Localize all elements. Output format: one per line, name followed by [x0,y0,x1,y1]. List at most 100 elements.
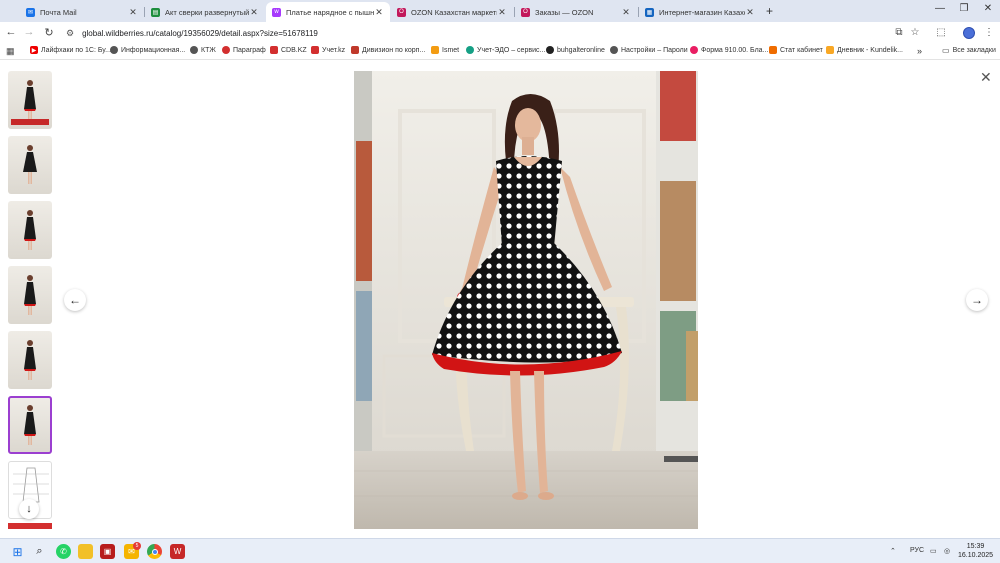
tab-kz-store[interactable]: ▦ Интернет-магазин Казахста ✕ [639,2,761,22]
close-icon[interactable]: ✕ [374,7,384,18]
language-indicator[interactable]: РУС [910,547,924,554]
all-bookmarks[interactable]: ▭ Все закладки [942,46,996,55]
bookmark-item[interactable]: CDB.KZ [270,46,307,54]
tab-akt[interactable]: ▤ Акт сверки развернутый № 0 ✕ [145,2,265,22]
browser-toolbar: ← → ↻ ⚙ global.wildberries.ru/catalog/19… [0,22,1000,44]
bookmark-item[interactable]: Параграф [222,46,266,54]
tab-ozon-market[interactable]: O OZON Казахстан маркетплейс ✕ [391,2,513,22]
close-icon[interactable]: ✕ [128,7,138,18]
buh-icon [546,46,554,54]
clock[interactable]: 15:39 16.10.2025 [958,542,993,560]
thumbnail[interactable] [8,71,52,129]
ozon-icon: O [521,7,530,17]
bookmark-item[interactable]: Форма 910.00. Бла... [690,46,768,54]
thumbnail-selected[interactable] [8,396,52,454]
dress-figure [24,80,36,120]
close-viewer-icon[interactable]: ✕ [980,69,992,86]
star-icon[interactable]: ☆ [908,27,922,38]
prev-image-button[interactable]: ← [64,289,86,311]
stat-icon [769,46,777,54]
whatsapp-icon[interactable]: ✆ [56,544,71,559]
wildberries-icon: w [272,7,281,17]
dress-figure [24,275,36,315]
windows-start-icon[interactable]: ⊞ [10,544,25,559]
bookmark-item[interactable]: Дивизион по корп... [351,46,425,54]
profile-avatar[interactable] [963,27,975,39]
window-close-button[interactable]: ✕ [978,3,998,14]
apps-icon[interactable]: ▦ [6,46,15,57]
bookmark-item[interactable]: Учет-ЭДО – сервис... [466,46,545,54]
bookmark-item[interactable]: buhgalteronline [546,46,605,54]
globe-icon [110,46,118,54]
app-icon[interactable]: ▣ [100,544,115,559]
thumbnail[interactable] [8,331,52,389]
minimize-button[interactable]: — [930,3,950,14]
install-app-icon[interactable]: ⧉ [892,27,906,38]
menu-icon[interactable]: ⋮ [982,27,996,38]
mail-icon: ✉ [26,7,35,17]
product-main-image [354,71,698,529]
bookmark-item[interactable]: Настройки – Пароли [610,46,688,54]
youtube-icon: ▶ [30,46,38,54]
tab-ozon-orders[interactable]: O Заказы — OZON ✕ [515,2,637,22]
thumbnail[interactable] [8,201,52,259]
form-icon [690,46,698,54]
uchet-icon [311,46,319,54]
dress-figure [24,340,36,380]
bookmark-item[interactable]: ▶ Лайфхаки по 1С: Бу... [30,46,111,54]
network-icon[interactable]: ◎ [944,547,950,555]
tab-strip: ✉ Почта Mail ✕ ▤ Акт сверки развернутый … [0,0,1000,22]
thumbnail[interactable] [8,266,52,324]
dress-figure [24,210,36,250]
reload-icon[interactable]: ↻ [42,26,56,39]
clock-time: 15:39 [966,543,985,550]
tab-dress[interactable]: w Платье нарядное с пышной ю ✕ [266,2,390,22]
scroll-down-button[interactable]: ↓ [19,499,39,519]
chrome-icon[interactable] [147,544,162,559]
folder-icon[interactable] [78,544,93,559]
close-icon[interactable]: ✕ [497,7,507,18]
tab-mail[interactable]: ✉ Почта Mail ✕ [20,2,144,22]
arrow-left-icon: ← [69,293,81,307]
search-icon[interactable]: ⌕ [32,544,47,559]
thumbnail-partial[interactable] [8,523,52,529]
dress-figure [23,145,37,184]
maximize-button[interactable]: ❐ [954,3,974,14]
thumbnail[interactable] [8,136,52,194]
globe-icon [190,46,198,54]
site-settings-icon[interactable]: ⚙ [66,28,74,39]
more-bookmarks-icon[interactable]: » [917,46,922,56]
arrow-right-icon: → [971,293,983,307]
clock-date: 16.10.2025 [958,552,994,559]
extensions-icon[interactable]: ⬚ [934,27,948,38]
close-icon[interactable]: ✕ [621,7,631,18]
new-tab-button[interactable]: + [766,4,773,18]
wps-icon[interactable]: W [170,544,185,559]
bookmark-item[interactable]: Учет.kz [311,46,345,54]
store-icon: ▦ [645,7,654,17]
paragraf-icon [222,46,230,54]
bookmark-item[interactable]: КТЖ [190,46,216,54]
back-icon[interactable]: ← [4,26,18,38]
arrow-down-icon: ↓ [26,503,32,515]
kundelik-icon [826,46,834,54]
image-viewer: ↓ ← → ✕ [0,61,1000,538]
forward-icon[interactable]: → [22,26,36,38]
bookmark-item[interactable]: Ismet [431,46,459,54]
edo-icon [466,46,474,54]
address-bar[interactable]: ⚙ global.wildberries.ru/catalog/19356029… [66,25,636,41]
bookmark-item[interactable]: Дневник - Kundelik... [826,46,903,54]
tab-title: Почта Mail [40,7,77,17]
bookmark-item[interactable]: Стат кабинет [769,46,823,54]
display-icon[interactable]: ▭ [930,547,937,555]
tab-title: OZON Казахстан маркетплейс [411,7,497,17]
tray-chevron-icon[interactable]: ⌃ [890,547,896,555]
tab-title: Акт сверки развернутый № 0 [165,7,249,17]
bookmark-item[interactable]: Информационная... [110,46,185,54]
doc-icon: ▤ [151,7,160,17]
close-icon[interactable]: ✕ [745,7,755,18]
url-text: global.wildberries.ru/catalog/19356029/d… [82,28,318,38]
close-icon[interactable]: ✕ [249,7,259,18]
dress-figure [24,405,36,445]
next-image-button[interactable]: → [966,289,988,311]
